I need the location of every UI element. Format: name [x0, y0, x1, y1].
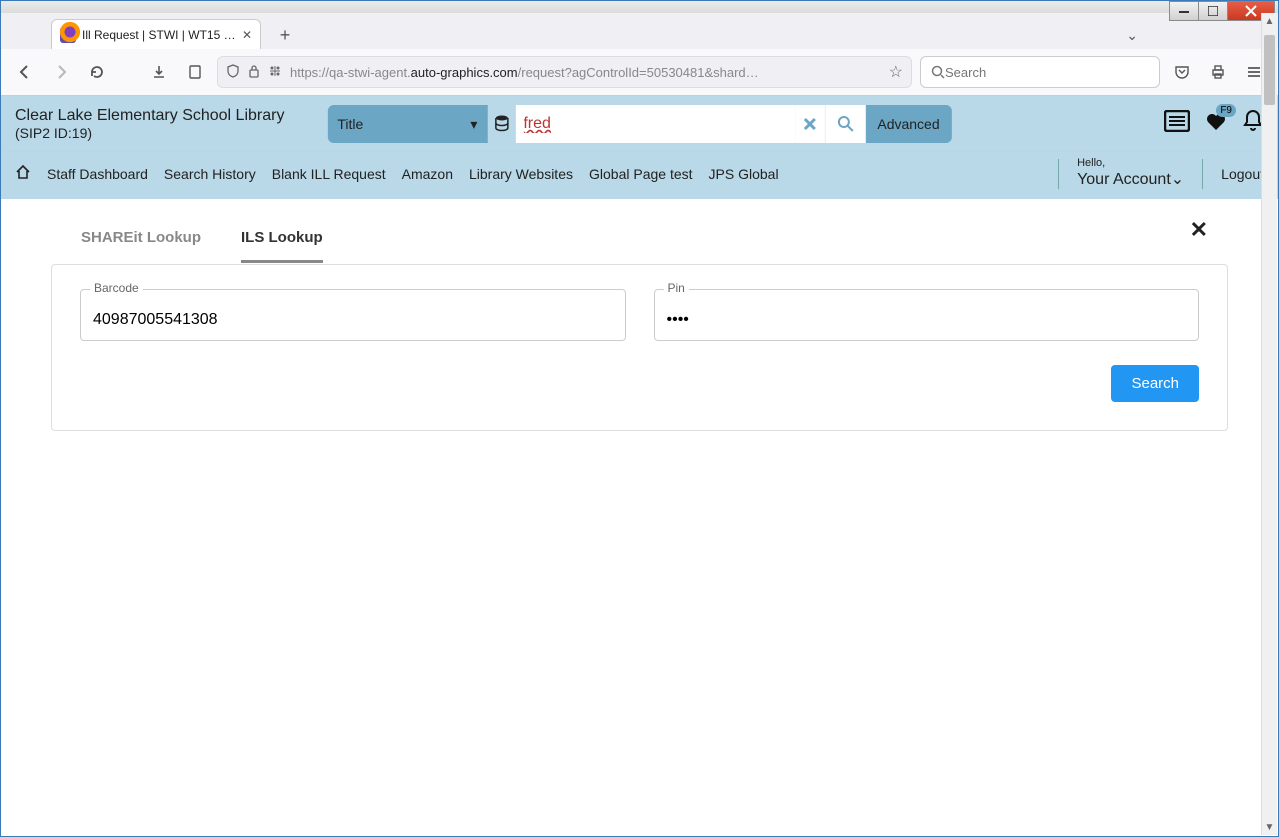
x-icon [803, 117, 817, 131]
tab-title: Ill Request | STWI | WT15 | Auto… [82, 28, 236, 42]
logout-button[interactable]: Logout [1221, 166, 1264, 182]
account-menu[interactable]: Hello, Your Account⌄ [1077, 158, 1184, 189]
favorites-icon[interactable]: F9 [1204, 110, 1228, 138]
barcode-field-wrap: Barcode [80, 289, 626, 341]
minimize-icon [1179, 6, 1189, 16]
reload-icon [89, 64, 105, 80]
print-icon [1210, 64, 1226, 80]
window-maximize-button[interactable] [1198, 1, 1228, 21]
tab-close-button[interactable]: ✕ [242, 28, 252, 42]
lookup-form: Barcode Pin Search [51, 264, 1228, 431]
hamburger-icon [1246, 64, 1262, 80]
chevron-down-icon: ▾ [470, 116, 477, 133]
lookup-dialog: ✕ SHAREit Lookup ILS Lookup Barcode Pin … [1, 199, 1278, 451]
home-icon [15, 164, 31, 180]
tab-strip: Ill Request | STWI | WT15 | Auto… ✕ + ⌄ [1, 13, 1278, 49]
new-tab-button[interactable]: + [271, 21, 299, 49]
search-index-dropdown[interactable]: Title ▾ [327, 105, 487, 143]
browser-tab[interactable]: Ill Request | STWI | WT15 | Auto… ✕ [51, 19, 261, 49]
back-button[interactable] [11, 58, 39, 86]
list-icon[interactable] [1164, 110, 1190, 138]
pin-field-wrap: Pin [654, 289, 1200, 341]
nav-library-websites[interactable]: Library Websites [469, 166, 573, 182]
search-icon [836, 115, 854, 133]
clipboard-icon [187, 64, 203, 80]
scroll-down-icon[interactable]: ▼ [1262, 819, 1277, 835]
library-name: Clear Lake Elementary School Library (SI… [15, 106, 284, 142]
lock-icon [248, 64, 260, 81]
nav-divider [1058, 159, 1059, 189]
nav-home-button[interactable] [15, 164, 31, 183]
run-search-button[interactable] [825, 105, 865, 143]
pocket-icon [1174, 64, 1190, 80]
firefox-logo-icon [59, 21, 81, 43]
bookmark-star-button[interactable]: ☆ [889, 62, 903, 82]
nav-blank-ill-request[interactable]: Blank ILL Request [272, 166, 386, 182]
browser-toolbar: https://qa-stwi-agent.auto-graphics.com/… [1, 49, 1278, 95]
tab-ils-lookup[interactable]: ILS Lookup [241, 219, 323, 263]
window-minimize-button[interactable] [1169, 1, 1199, 21]
nav-global-page-test[interactable]: Global Page test [589, 166, 693, 182]
clipboard-button[interactable] [181, 58, 209, 86]
download-icon [151, 64, 167, 80]
scroll-up-icon[interactable]: ▲ [1262, 13, 1277, 29]
url-bar[interactable]: https://qa-stwi-agent.auto-graphics.com/… [217, 56, 912, 88]
browser-search-bar[interactable] [920, 56, 1160, 88]
permissions-icon [268, 64, 282, 81]
nav-divider [1202, 159, 1203, 189]
nav-staff-dashboard[interactable]: Staff Dashboard [47, 166, 148, 182]
url-text: https://qa-stwi-agent.auto-graphics.com/… [290, 65, 881, 80]
tabs-dropdown-icon[interactable]: ⌄ [1126, 27, 1138, 44]
catalog-search-input-wrap [515, 105, 795, 143]
app-nav: Staff Dashboard Search History Blank ILL… [1, 152, 1278, 199]
database-icon [493, 115, 509, 133]
pin-label: Pin [664, 281, 689, 295]
tab-shareit-lookup[interactable]: SHAREit Lookup [81, 219, 201, 263]
close-icon [1245, 5, 1257, 17]
chevron-down-icon: ⌄ [1171, 171, 1184, 188]
page-content: Clear Lake Elementary School Library (SI… [1, 96, 1278, 837]
arrow-left-icon [17, 64, 33, 80]
favorites-badge: F9 [1216, 104, 1236, 117]
clear-search-button[interactable] [795, 105, 825, 143]
maximize-icon [1208, 6, 1218, 16]
nav-amazon[interactable]: Amazon [402, 166, 453, 182]
shield-icon [226, 64, 240, 81]
pin-input[interactable] [654, 289, 1200, 341]
reload-button[interactable] [83, 58, 111, 86]
nav-search-history[interactable]: Search History [164, 166, 256, 182]
dialog-tabs: SHAREit Lookup ILS Lookup [51, 219, 1228, 264]
app-header: Clear Lake Elementary School Library (SI… [1, 96, 1278, 199]
pocket-button[interactable] [1168, 58, 1196, 86]
catalog-search-input[interactable] [523, 115, 787, 133]
barcode-label: Barcode [90, 281, 143, 295]
database-button[interactable] [487, 105, 515, 143]
browser-search-input[interactable] [945, 65, 1149, 80]
dialog-close-button[interactable]: ✕ [1190, 217, 1208, 243]
search-icon [931, 65, 945, 79]
barcode-input[interactable] [80, 289, 626, 341]
extension-button[interactable] [145, 58, 173, 86]
print-button[interactable] [1204, 58, 1232, 86]
nav-jps-global[interactable]: JPS Global [709, 166, 779, 182]
catalog-search-group: Title ▾ Advanced [327, 104, 951, 144]
search-button[interactable]: Search [1111, 365, 1199, 402]
forward-button[interactable] [47, 58, 75, 86]
arrow-right-icon [53, 64, 69, 80]
search-index-label: Title [337, 116, 363, 132]
scroll-thumb[interactable] [1264, 35, 1275, 105]
advanced-search-button[interactable]: Advanced [865, 105, 951, 143]
window-titlebar [1, 1, 1278, 13]
scrollbar[interactable]: ▲ ▼ [1261, 13, 1277, 835]
